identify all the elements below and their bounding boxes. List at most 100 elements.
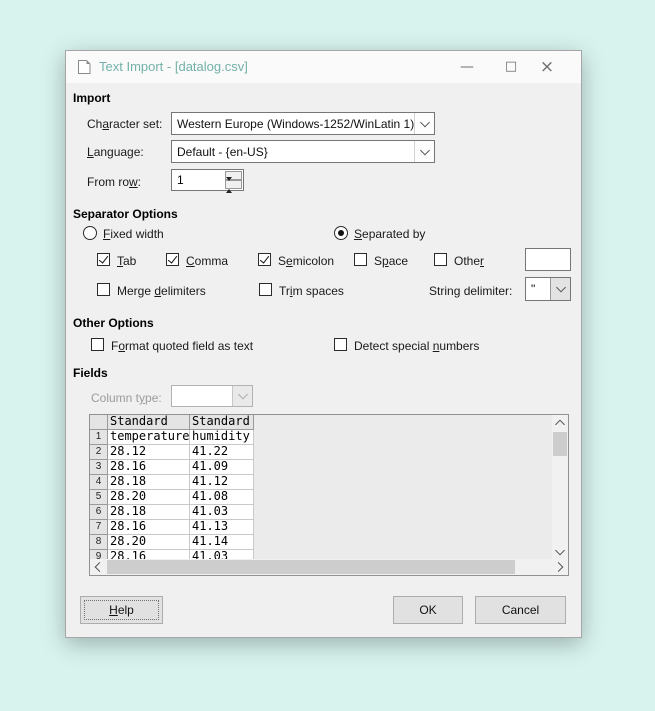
- table-row: 828.2041.14: [90, 535, 552, 550]
- table-cell: 41.22: [190, 445, 254, 460]
- table-row: 628.1841.03: [90, 505, 552, 520]
- separator-options-heading: Separator Options: [73, 207, 178, 221]
- table-cell: 41.12: [190, 475, 254, 490]
- row-number: 3: [90, 460, 108, 475]
- table-cell: 28.18: [108, 475, 190, 490]
- other-options-heading: Other Options: [73, 316, 154, 330]
- other-delimiter-input[interactable]: [525, 248, 571, 271]
- table-cell: 28.20: [108, 535, 190, 550]
- other-checkbox-label[interactable]: Other: [454, 254, 484, 268]
- vertical-scroll-thumb[interactable]: [553, 432, 567, 456]
- semicolon-checkbox[interactable]: [258, 253, 271, 266]
- table-row: 528.2041.08: [90, 490, 552, 505]
- fixed-width-radio[interactable]: [83, 226, 97, 240]
- table-cell: 41.03: [190, 550, 254, 559]
- document-icon: [76, 59, 92, 75]
- titlebar: Text Import - [datalog.csv] — □ ×: [66, 51, 581, 83]
- row-number: 4: [90, 475, 108, 490]
- fields-heading: Fields: [73, 366, 108, 380]
- trim-spaces-checkbox[interactable]: [259, 283, 272, 296]
- table-cell: humidity: [190, 430, 254, 445]
- scroll-left-icon[interactable]: [90, 559, 106, 575]
- merge-delimiters-checkbox-label[interactable]: Merge delimiters: [117, 284, 206, 298]
- cancel-button[interactable]: Cancel: [475, 596, 566, 624]
- chevron-down-icon[interactable]: [550, 278, 570, 300]
- horizontal-scrollbar[interactable]: [90, 559, 568, 575]
- space-checkbox[interactable]: [354, 253, 367, 266]
- column-header-1[interactable]: Standard: [108, 415, 190, 430]
- table-cell: 28.18: [108, 505, 190, 520]
- import-section-heading: Import: [73, 91, 110, 105]
- comma-checkbox-label[interactable]: Comma: [186, 254, 228, 268]
- preview-grid: Standard Standard 1temperaturehumidity22…: [90, 415, 552, 559]
- close-icon[interactable]: ×: [530, 51, 564, 83]
- table-cell: 41.09: [190, 460, 254, 475]
- string-delimiter-value: ": [531, 282, 535, 296]
- string-delimiter-label: String delimiter:: [429, 284, 512, 298]
- table-cell: 41.13: [190, 520, 254, 535]
- horizontal-scroll-thumb[interactable]: [107, 560, 515, 574]
- ok-button[interactable]: OK: [393, 596, 463, 624]
- comma-checkbox[interactable]: [166, 253, 179, 266]
- row-number: 1: [90, 430, 108, 445]
- other-checkbox[interactable]: [434, 253, 447, 266]
- table-cell: 28.16: [108, 460, 190, 475]
- detect-special-numbers-checkbox-label[interactable]: Detect special numbers: [354, 339, 479, 353]
- row-number: 5: [90, 490, 108, 505]
- character-set-select[interactable]: Western Europe (Windows-1252/WinLatin 1): [171, 112, 435, 135]
- tab-checkbox[interactable]: [97, 253, 110, 266]
- string-delimiter-select[interactable]: ": [525, 277, 571, 301]
- table-cell: 28.20: [108, 490, 190, 505]
- scroll-up-icon[interactable]: [552, 415, 568, 430]
- character-set-label: Character set:: [87, 117, 162, 131]
- trim-spaces-checkbox-label[interactable]: Trim spaces: [279, 284, 344, 298]
- row-number: 8: [90, 535, 108, 550]
- language-select[interactable]: Default - {en-US}: [171, 140, 435, 163]
- table-row: 728.1641.13: [90, 520, 552, 535]
- minimize-icon[interactable]: —: [450, 51, 484, 83]
- from-row-stepper[interactable]: 1: [171, 169, 244, 191]
- scroll-down-icon[interactable]: [552, 544, 568, 559]
- help-button[interactable]: Help: [80, 596, 163, 624]
- column-header-2[interactable]: Standard: [190, 415, 254, 430]
- table-cell: 41.14: [190, 535, 254, 550]
- format-quoted-checkbox[interactable]: [91, 338, 104, 351]
- format-quoted-checkbox-label[interactable]: Format quoted field as text: [111, 339, 253, 353]
- separated-by-radio[interactable]: [334, 226, 348, 240]
- language-value: Default - {en-US}: [177, 145, 268, 159]
- from-row-value: 1: [177, 173, 184, 187]
- maximize-icon[interactable]: □: [494, 51, 528, 83]
- scroll-right-icon[interactable]: [552, 559, 568, 575]
- table-cell: 28.12: [108, 445, 190, 460]
- row-number: 7: [90, 520, 108, 535]
- chevron-down-icon[interactable]: [414, 141, 434, 162]
- column-type-select: [171, 385, 253, 407]
- from-row-label: From row:: [87, 175, 141, 189]
- separated-by-radio-label[interactable]: Separated by: [354, 227, 425, 241]
- table-row: 928.1641.03: [90, 550, 552, 559]
- chevron-down-icon: [232, 386, 252, 406]
- chevron-down-icon[interactable]: [414, 113, 434, 134]
- text-import-dialog: Text Import - [datalog.csv] — □ × Import…: [65, 50, 582, 638]
- row-number: 2: [90, 445, 108, 460]
- row-number: 9: [90, 550, 108, 559]
- spin-down-icon[interactable]: [225, 180, 242, 189]
- space-checkbox-label[interactable]: Space: [374, 254, 408, 268]
- semicolon-checkbox-label[interactable]: Semicolon: [278, 254, 334, 268]
- table-row: 428.1841.12: [90, 475, 552, 490]
- desktop-background: { "window": { "title": "Text Import - [d…: [0, 0, 655, 711]
- merge-delimiters-checkbox[interactable]: [97, 283, 110, 296]
- grid-rows: 1temperaturehumidity228.1241.22328.1641.…: [90, 430, 552, 559]
- table-row: 328.1641.09: [90, 460, 552, 475]
- table-cell: 41.03: [190, 505, 254, 520]
- detect-special-numbers-checkbox[interactable]: [334, 338, 347, 351]
- preview-table: Standard Standard 1temperaturehumidity22…: [89, 414, 569, 576]
- vertical-scrollbar[interactable]: [552, 415, 568, 559]
- table-cell: temperature: [108, 430, 190, 445]
- corner-header-cell[interactable]: [90, 415, 108, 430]
- table-cell: 28.16: [108, 520, 190, 535]
- fixed-width-radio-label[interactable]: Fixed width: [103, 227, 164, 241]
- character-set-value: Western Europe (Windows-1252/WinLatin 1): [177, 117, 414, 131]
- row-number: 6: [90, 505, 108, 520]
- tab-checkbox-label[interactable]: Tab: [117, 254, 136, 268]
